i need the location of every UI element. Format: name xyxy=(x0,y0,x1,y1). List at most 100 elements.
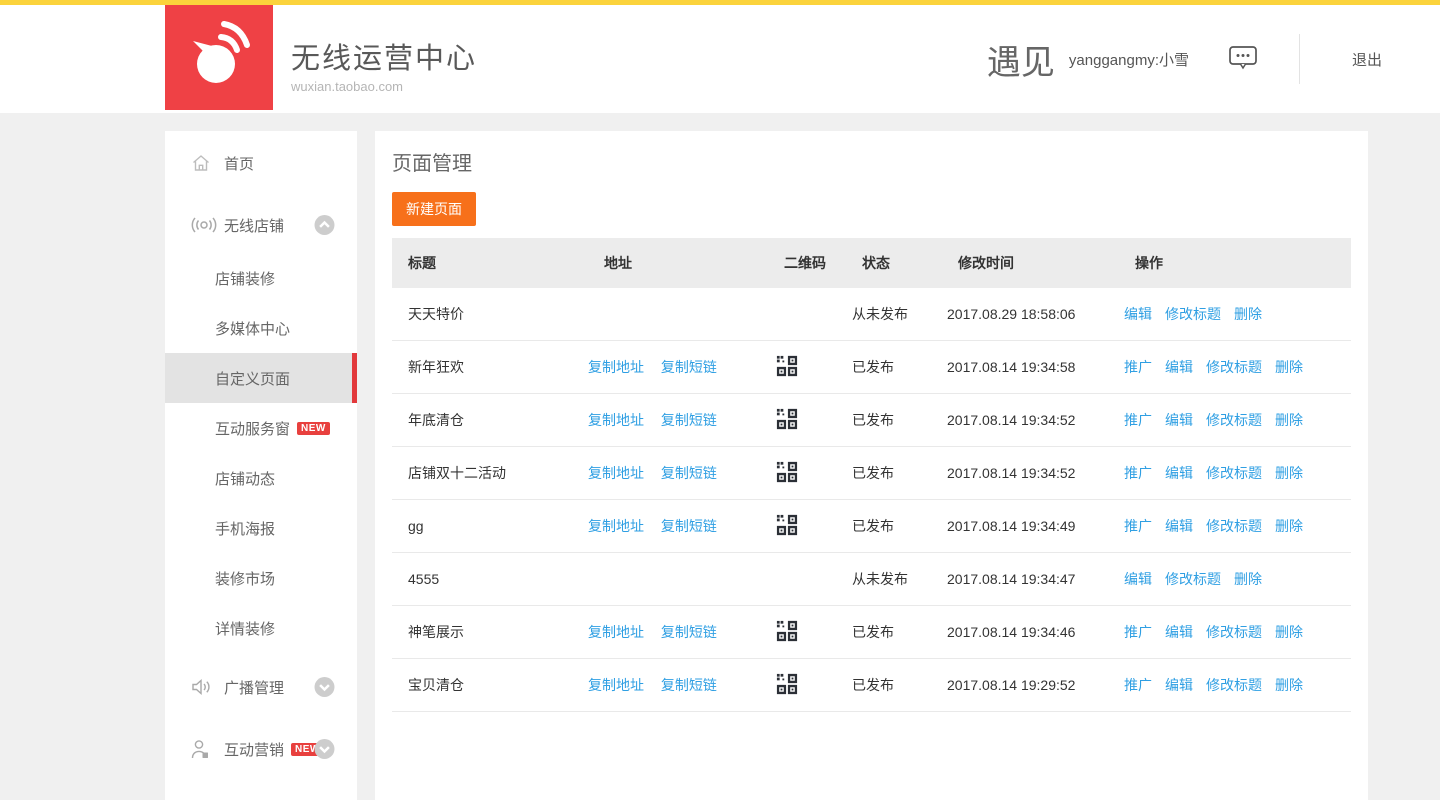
logout-button[interactable]: 退出 xyxy=(1300,49,1440,70)
action-link[interactable]: 删除 xyxy=(1275,465,1303,481)
action-link[interactable]: 修改标题 xyxy=(1206,518,1262,534)
copy-shortlink-link[interactable]: 复制短链 xyxy=(661,412,717,428)
copy-address-link[interactable]: 复制地址 xyxy=(588,624,644,640)
action-link[interactable]: 编辑 xyxy=(1124,306,1152,322)
status-text: 已发布 xyxy=(852,359,894,375)
action-link[interactable]: 修改标题 xyxy=(1206,624,1262,640)
action-link[interactable]: 推广 xyxy=(1124,518,1152,534)
sidebar-item-7[interactable]: 手机海报 xyxy=(165,503,357,553)
chevron-down-icon[interactable] xyxy=(314,677,335,698)
username-text: yanggangmy:小雪 xyxy=(1069,49,1189,70)
qr-code-icon[interactable] xyxy=(776,408,798,430)
qr-code-icon[interactable] xyxy=(776,514,798,536)
table-row: 天天特价 从未发布 2017.08.29 18:58:06 编辑修改标题删除 xyxy=(392,288,1351,341)
chevron-down-icon[interactable] xyxy=(314,739,335,760)
table-row: 年底清仓 复制地址 复制短链 已发布 2017.08.14 19:34:52 xyxy=(392,394,1351,447)
sidebar-item-11[interactable]: 互动营销NEW xyxy=(165,721,357,777)
sidebar-item-label: 自定义页面 xyxy=(215,368,290,389)
sidebar-item-10[interactable]: 广播管理 xyxy=(165,659,357,715)
copy-address-link[interactable]: 复制地址 xyxy=(588,359,644,375)
copy-address-link[interactable]: 复制地址 xyxy=(588,518,644,534)
row-actions: 推广编辑修改标题删除 xyxy=(1119,516,1351,536)
copy-address-link[interactable]: 复制地址 xyxy=(588,677,644,693)
chevron-up-icon[interactable] xyxy=(314,215,335,236)
action-link[interactable]: 修改标题 xyxy=(1206,465,1262,481)
sidebar-item-label: 互动服务窗 xyxy=(215,418,290,439)
sidebar-item-label: 手机海报 xyxy=(215,518,275,539)
action-link[interactable]: 删除 xyxy=(1275,359,1303,375)
sidebar-item-4[interactable]: 自定义页面 xyxy=(165,353,357,403)
table-header-row: 标题 地址 二维码 状态 修改时间 操作 xyxy=(392,238,1351,288)
action-link[interactable]: 删除 xyxy=(1275,412,1303,428)
app-logo[interactable] xyxy=(165,5,273,110)
action-link[interactable]: 删除 xyxy=(1275,518,1303,534)
status-text: 从未发布 xyxy=(852,306,908,322)
new-page-button[interactable]: 新建页面 xyxy=(392,192,476,226)
sidebar-item-3[interactable]: 多媒体中心 xyxy=(165,303,357,353)
status-text: 从未发布 xyxy=(852,571,908,587)
action-link[interactable]: 修改标题 xyxy=(1165,571,1221,587)
action-link[interactable]: 推广 xyxy=(1124,465,1152,481)
qr-code-icon[interactable] xyxy=(776,673,798,695)
action-link[interactable]: 修改标题 xyxy=(1206,359,1262,375)
sidebar-item-label: 多媒体中心 xyxy=(215,318,290,339)
action-link[interactable]: 删除 xyxy=(1275,677,1303,693)
sidebar-item-1[interactable]: 无线店铺 xyxy=(165,197,357,253)
copy-shortlink-link[interactable]: 复制短链 xyxy=(661,677,717,693)
action-link[interactable]: 编辑 xyxy=(1124,571,1152,587)
action-link[interactable]: 删除 xyxy=(1234,306,1262,322)
modified-time: 2017.08.14 19:34:52 xyxy=(947,412,1075,428)
modified-time: 2017.08.14 19:34:47 xyxy=(947,571,1075,587)
table-row: 店铺双十二活动 复制地址 复制短链 已发布 2017.08.14 19:34:5 xyxy=(392,447,1351,500)
sidebar-item-5[interactable]: 互动服务窗NEW xyxy=(165,403,357,453)
sidebar-item-2[interactable]: 店铺装修 xyxy=(165,253,357,303)
sidebar-item-8[interactable]: 装修市场 xyxy=(165,553,357,603)
action-link[interactable]: 编辑 xyxy=(1165,624,1193,640)
pages-table: 标题 地址 二维码 状态 修改时间 操作 天天特价 从未发布 2017.08.2… xyxy=(392,238,1351,712)
status-text: 已发布 xyxy=(852,677,894,693)
action-link[interactable]: 推广 xyxy=(1124,624,1152,640)
copy-address-link[interactable]: 复制地址 xyxy=(588,412,644,428)
action-link[interactable]: 删除 xyxy=(1234,571,1262,587)
copy-address-link[interactable]: 复制地址 xyxy=(588,465,644,481)
action-link[interactable]: 修改标题 xyxy=(1165,306,1221,322)
row-title: 4555 xyxy=(408,571,439,587)
copy-shortlink-link[interactable]: 复制短链 xyxy=(661,465,717,481)
qr-code-icon[interactable] xyxy=(776,355,798,377)
action-link[interactable]: 推广 xyxy=(1124,677,1152,693)
copy-shortlink-link[interactable]: 复制短链 xyxy=(661,359,717,375)
action-link[interactable]: 推广 xyxy=(1124,412,1152,428)
sidebar-item-label: 无线店铺 xyxy=(224,215,284,236)
table-body: 天天特价 从未发布 2017.08.29 18:58:06 编辑修改标题删除 新… xyxy=(392,288,1351,712)
copy-shortlink-link[interactable]: 复制短链 xyxy=(661,518,717,534)
action-link[interactable]: 编辑 xyxy=(1165,518,1193,534)
action-link[interactable]: 编辑 xyxy=(1165,359,1193,375)
chat-bubble-icon xyxy=(1227,42,1259,77)
action-link[interactable]: 编辑 xyxy=(1165,465,1193,481)
copy-shortlink-link[interactable]: 复制短链 xyxy=(661,624,717,640)
messages-button[interactable] xyxy=(1227,42,1259,77)
row-title: gg xyxy=(408,518,424,534)
sidebar-item-6[interactable]: 店铺动态 xyxy=(165,453,357,503)
modified-time: 2017.08.14 19:29:52 xyxy=(947,677,1075,693)
row-actions: 推广编辑修改标题删除 xyxy=(1119,675,1351,695)
action-link[interactable]: 修改标题 xyxy=(1206,412,1262,428)
qr-code-icon[interactable] xyxy=(776,461,798,483)
sidebar-item-9[interactable]: 详情装修 xyxy=(165,603,357,653)
row-title: 天天特价 xyxy=(408,306,464,322)
sidebar-item-0[interactable]: 首页 xyxy=(165,135,357,191)
row-title: 店铺双十二活动 xyxy=(408,465,506,481)
col-header-qrcode: 二维码 xyxy=(768,253,846,273)
row-title: 宝贝清仓 xyxy=(408,677,464,693)
action-link[interactable]: 编辑 xyxy=(1165,412,1193,428)
col-header-modified: 修改时间 xyxy=(942,253,1119,273)
action-link[interactable]: 修改标题 xyxy=(1206,677,1262,693)
qr-code-icon[interactable] xyxy=(776,620,798,642)
row-actions: 推广编辑修改标题删除 xyxy=(1119,463,1351,483)
action-link[interactable]: 推广 xyxy=(1124,359,1152,375)
action-link[interactable]: 删除 xyxy=(1275,624,1303,640)
action-link[interactable]: 编辑 xyxy=(1165,677,1193,693)
table-row: 宝贝清仓 复制地址 复制短链 已发布 2017.08.14 19:29:52 xyxy=(392,659,1351,712)
row-title: 新年狂欢 xyxy=(408,359,464,375)
row-actions: 编辑修改标题删除 xyxy=(1119,304,1351,324)
